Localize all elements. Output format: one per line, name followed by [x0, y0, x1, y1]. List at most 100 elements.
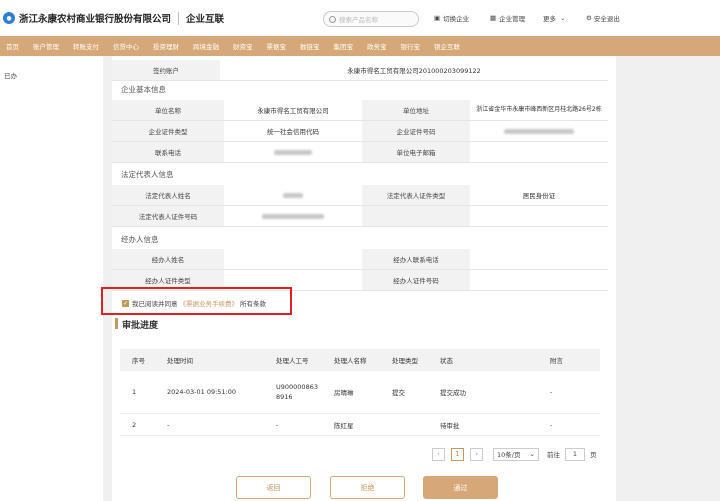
nav-item[interactable]: 财资宝 — [233, 41, 253, 51]
page-number-button[interactable]: 1 — [451, 447, 464, 461]
legal-name-value-redacted — [224, 185, 362, 205]
agent-phone-value — [470, 249, 608, 269]
company-icon: ▦ — [490, 14, 497, 22]
gear-icon: ⚙ — [586, 14, 592, 22]
cell-type: 提交 — [392, 389, 405, 397]
switch-company-label: 切换企业 — [443, 15, 470, 23]
company-manage-button[interactable]: ▦ 企业管理 — [490, 13, 525, 23]
signing-account-value: 永康市得名工贸有限公司201000203099122 — [347, 67, 481, 75]
product-name: 企业互联 — [186, 14, 225, 25]
more-menu-button[interactable]: 更多 ⌄ — [543, 13, 565, 23]
nav-item[interactable]: 首页 — [6, 41, 19, 51]
legal-name-label: 法定代表人姓名 — [112, 185, 224, 205]
nav-item[interactable]: 跨境金融 — [193, 41, 219, 51]
agent-phone-label: 经办人联系电话 — [362, 249, 470, 269]
col-header: 处理类型 — [392, 357, 418, 365]
cell-status: 待审批 — [440, 421, 460, 430]
col-header: 序号 — [132, 357, 145, 365]
cell-status: 提交成功 — [440, 389, 466, 397]
nav-item[interactable]: 转账支付 — [73, 41, 99, 51]
search-placeholder: 搜索产品名称 — [339, 16, 378, 24]
checkbox-checked-icon[interactable]: ✓ — [122, 299, 129, 307]
cert-type-value: 统一社会信用代码 — [267, 128, 319, 136]
nav-item[interactable]: 信贷中心 — [113, 41, 139, 51]
page-size-select[interactable]: 10条/页 ⌄ — [493, 447, 539, 461]
main-nav: 首页 账户管理 转账支付 信贷中心 投资理财 跨境金融 财资宝 票据宝 数链宝 … — [0, 36, 720, 56]
legal-row-1: 法定代表人姓名 法定代表人证件类型 居民身份证 — [112, 185, 608, 206]
email-label: 单位电子邮箱 — [362, 142, 470, 162]
legal-cert-type-label: 法定代表人证件类型 — [362, 185, 470, 205]
switch-company-button[interactable]: ▣ 切换企业 — [434, 13, 469, 23]
chevron-down-icon: ⌄ — [529, 450, 535, 458]
search-input[interactable]: 搜索产品名称 — [323, 11, 419, 27]
col-header: 处理人名称 — [334, 357, 367, 365]
col-header: 处理人工号 — [276, 357, 309, 365]
cert-no-label: 企业证件号码 — [362, 121, 470, 141]
chevron-down-icon: ⌄ — [560, 14, 566, 22]
nav-item[interactable]: 政务宝 — [367, 41, 387, 51]
section-accent-bar — [115, 318, 118, 329]
cell-staff-name: 房晴琳 — [334, 389, 354, 397]
agreement-link[interactable]: 《票据业务手续费》 — [180, 298, 239, 308]
legal-cert-no-label: 法定代表人证件号码 — [112, 206, 224, 226]
approval-table-header: 序号 处理时间 处理人工号 处理人名称 处理类型 状态 附言 — [120, 349, 600, 371]
agreement-suffix: 所有条款 — [240, 300, 266, 308]
next-page-button[interactable]: › — [470, 447, 483, 461]
enterprise-row-1: 单位名称 永康市得名工贸有限公司 单位地址 浙江省金华市永康市峰西新区月桂北路2… — [112, 100, 608, 121]
section-enterprise-title: 企业基本信息 — [121, 85, 166, 94]
phone-value-redacted — [224, 142, 362, 162]
agent-name-value — [224, 249, 362, 269]
more-label: 更多 — [543, 15, 556, 23]
prev-page-button[interactable]: ‹ — [432, 447, 445, 461]
approve-button[interactable]: 通过 — [423, 476, 498, 499]
page-size-value: 10条/页 — [497, 451, 521, 459]
table-row: 2 - - 陈红星 待审批 - — [120, 414, 600, 436]
agreement-prefix: 我已阅读并同意 — [132, 300, 178, 308]
empty-label — [362, 206, 470, 226]
nav-item[interactable]: 投资理财 — [153, 41, 179, 51]
col-header: 附言 — [550, 357, 563, 365]
cell-staff-name: 陈红星 — [334, 421, 354, 430]
email-value — [470, 142, 608, 162]
nav-item[interactable]: 集团宝 — [334, 41, 354, 51]
goto-page-input[interactable]: 1 — [565, 447, 585, 461]
agreement-checkbox-row[interactable]: ✓ 我已阅读并同意 《票据业务手续费》 所有条款 — [122, 298, 266, 308]
unit-name-label: 单位名称 — [112, 100, 224, 120]
signing-account-label: 签约账户 — [112, 60, 220, 80]
switch-icon: ▣ — [434, 14, 441, 22]
page-unit-label: 页 — [590, 451, 597, 459]
back-button[interactable]: 返回 — [236, 476, 311, 499]
table-row: 1 2024-03-01 09:51:00 U9000008638916 房晴琳… — [120, 371, 600, 414]
cell-staff-no: U9000008638916 — [276, 383, 318, 401]
search-icon — [329, 15, 336, 23]
phone-label: 联系电话 — [112, 142, 224, 162]
logout-button[interactable]: ⚙ 安全退出 — [586, 13, 620, 23]
nav-item[interactable]: 票据宝 — [267, 41, 287, 51]
agent-cert-no-label: 经办人证件号码 — [362, 270, 470, 290]
sidebar-item-done[interactable]: 已办 — [4, 70, 103, 80]
company-manage-label: 企业管理 — [499, 15, 526, 23]
col-header: 处理时间 — [167, 357, 193, 365]
nav-item[interactable]: 数链宝 — [300, 41, 320, 51]
unit-address-label: 单位地址 — [362, 100, 470, 120]
signing-account-row: 签约账户 永康市得名工贸有限公司201000203099122 — [112, 60, 608, 81]
agent-name-label: 经办人姓名 — [112, 249, 224, 269]
nav-item[interactable]: 账户管理 — [33, 41, 59, 51]
legal-cert-type-value: 居民身份证 — [522, 192, 556, 200]
reject-button[interactable]: 拒绝 — [330, 476, 405, 499]
pagination: ‹ 1 › 10条/页 ⌄ 前往 1 页 — [432, 447, 597, 461]
unit-address-value: 浙江省金华市永康市峰西新区月桂北路26号2栋 — [476, 106, 602, 113]
cell-note: - — [550, 420, 553, 429]
bank-logo-icon: ● — [3, 12, 15, 24]
divider — [178, 11, 180, 25]
cell-staff-no: - — [276, 420, 279, 429]
cert-type-label: 企业证件类型 — [112, 121, 224, 141]
unit-name-value: 永康市得名工贸有限公司 — [257, 107, 329, 115]
logout-label: 安全退出 — [593, 15, 620, 23]
approval-title: 审批进度 — [122, 321, 159, 331]
nav-item[interactable]: 银企互联 — [434, 41, 460, 51]
cell-note: - — [550, 388, 553, 396]
enterprise-row-3: 联系电话 单位电子邮箱 — [112, 142, 608, 163]
nav-item[interactable]: 银行宝 — [401, 41, 421, 51]
enterprise-row-2: 企业证件类型 统一社会信用代码 企业证件号码 — [112, 121, 608, 142]
